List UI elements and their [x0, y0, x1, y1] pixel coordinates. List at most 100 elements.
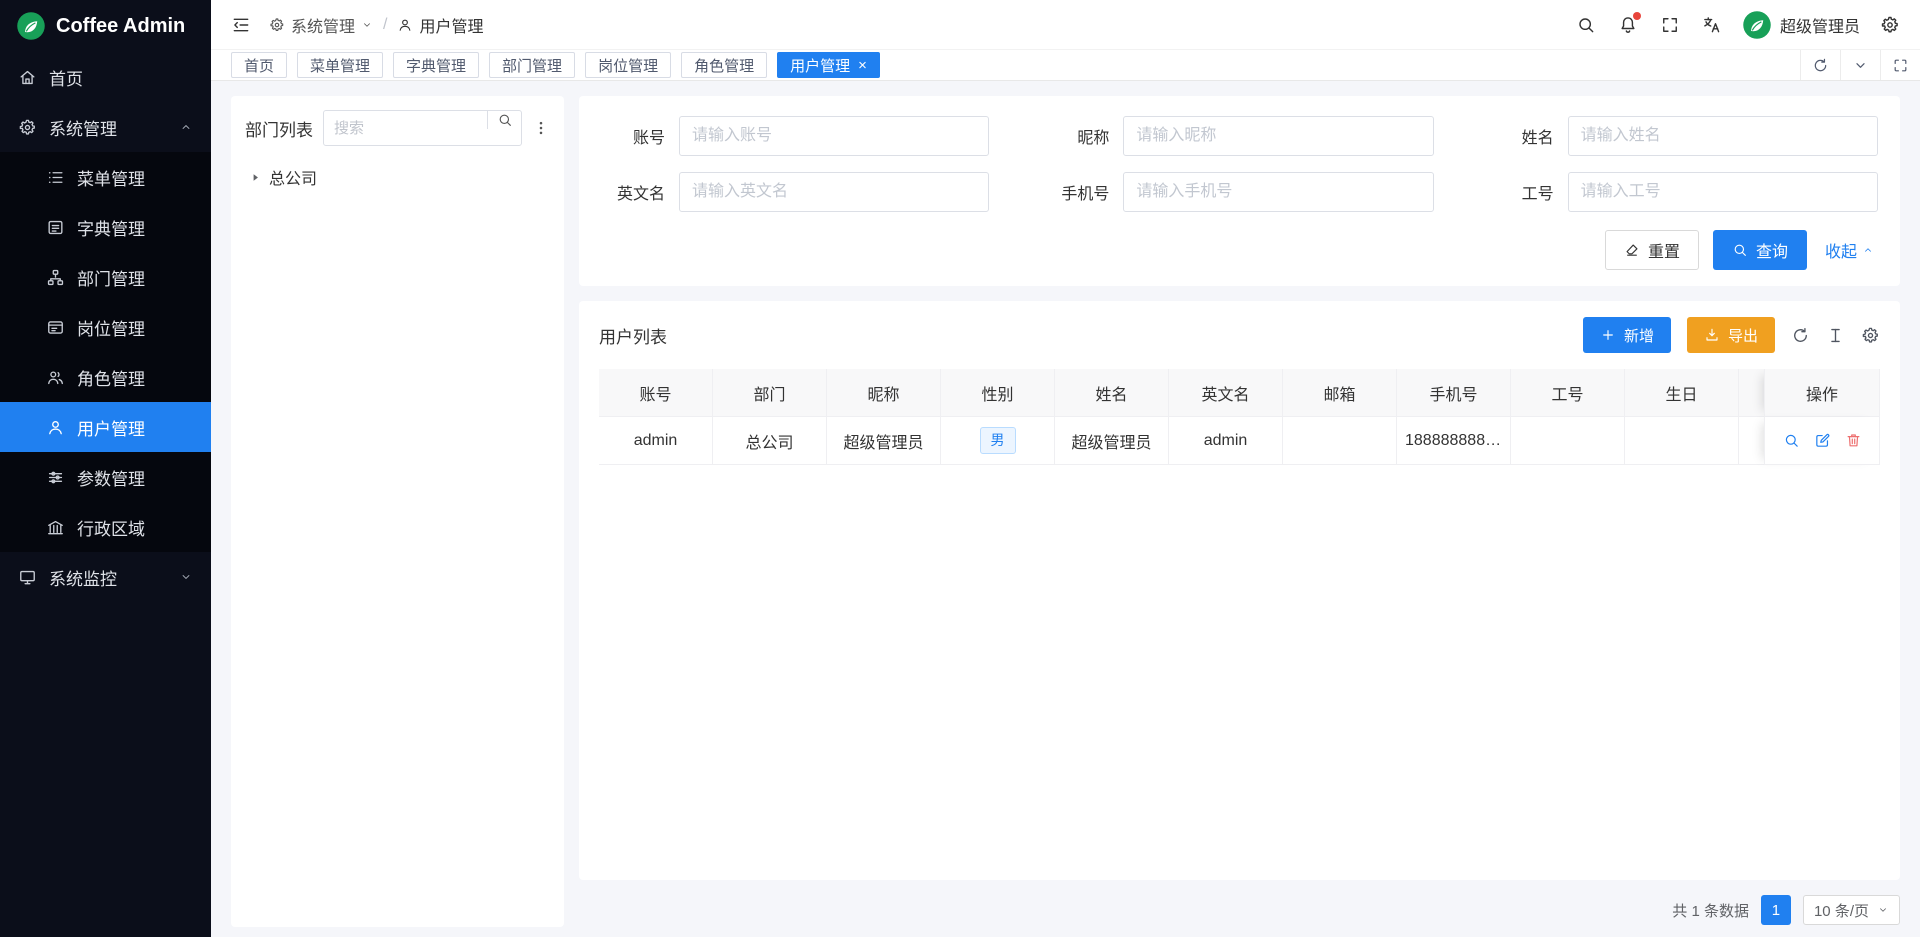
topbar-notifications-icon[interactable]	[1618, 15, 1638, 35]
tabbar: 首页 菜单管理 字典管理 部门管理岗位管理 角色管理 用户管理×	[211, 49, 1920, 81]
delete-icon[interactable]	[1845, 432, 1862, 449]
cell-birthday	[1625, 417, 1739, 465]
reset-button-label: 重置	[1648, 238, 1680, 262]
dept-more-icon[interactable]	[532, 119, 550, 137]
sidebar-item-region-management[interactable]: 行政区域	[0, 502, 211, 552]
table-refresh-icon[interactable]	[1791, 326, 1810, 345]
tab-home[interactable]: 首页	[231, 52, 287, 78]
tab-dept-management[interactable]: 部门管理	[489, 52, 575, 78]
pagination-total: 共 1 条数据	[1672, 900, 1749, 921]
tab-dict-management[interactable]: 字典管理	[393, 52, 479, 78]
tree-expand-icon	[249, 171, 262, 184]
reset-button[interactable]: 重置	[1605, 230, 1699, 270]
sidebar-item-label: 系统管理	[49, 115, 117, 140]
settings-gear-icon[interactable]	[1880, 15, 1900, 35]
clear-icon	[1624, 242, 1640, 258]
tabbar-tab-options-icon[interactable]	[1840, 50, 1880, 80]
filter-input-account[interactable]	[679, 116, 989, 156]
topbar-search-icon[interactable]	[1576, 15, 1596, 35]
table-density-icon[interactable]	[1826, 326, 1845, 345]
tab-label: 菜单管理	[310, 55, 370, 76]
tab-role-management[interactable]: 角色管理	[681, 52, 767, 78]
sidebar-item-role-management[interactable]: 角色管理	[0, 352, 211, 402]
tab-post-management[interactable]: 岗位管理	[585, 52, 671, 78]
sidebar-item-user-management[interactable]: 用户管理	[0, 402, 211, 452]
topbar-fullscreen-icon[interactable]	[1660, 15, 1680, 35]
app-logo: Coffee Admin	[0, 0, 211, 52]
chevron-down-icon	[179, 570, 193, 584]
sidebar-item-label: 部门管理	[77, 265, 145, 290]
dept-panel: 部门列表 总公司	[231, 96, 564, 927]
tab-menu-management[interactable]: 菜单管理	[297, 52, 383, 78]
filter-input-english-name[interactable]	[679, 172, 989, 212]
dept-search-input[interactable]	[324, 111, 487, 145]
cell-account: admin	[599, 417, 713, 465]
page-size-select[interactable]: 10 条/页	[1803, 895, 1900, 925]
filter-label-english-name: 英文名	[601, 180, 665, 204]
sidebar-item-dept-management[interactable]: 部门管理	[0, 252, 211, 302]
pagination: 共 1 条数据 1 10 条/页	[579, 895, 1900, 927]
breadcrumb-user-management: 用户管理	[397, 13, 483, 37]
page-size-value: 10 条/页	[1814, 900, 1869, 921]
user-table: 账号部门昵称性别姓名英文名邮箱手机号工号生日操作 admin总公司超级管理员男超…	[599, 369, 1880, 465]
filter-field-account: 账号	[601, 116, 989, 156]
sidebar-item-dict-management[interactable]: 字典管理	[0, 202, 211, 252]
tree-item-head-office[interactable]: 总公司	[249, 160, 546, 194]
view-icon[interactable]	[1783, 432, 1800, 449]
cell-gender: 男	[941, 417, 1055, 465]
pagination-page-1[interactable]: 1	[1761, 895, 1791, 925]
sidebar-item-label: 岗位管理	[77, 315, 145, 340]
dept-search-icon[interactable]	[487, 111, 521, 129]
column-name: 姓名	[1055, 369, 1169, 417]
sidebar-item-param-management[interactable]: 参数管理	[0, 452, 211, 502]
user-chip[interactable]: 超级管理员	[1742, 10, 1860, 40]
edit-icon[interactable]	[1814, 432, 1831, 449]
export-button[interactable]: 导出	[1687, 317, 1775, 353]
filter-input-job-number[interactable]	[1568, 172, 1878, 212]
search-button[interactable]: 查询	[1713, 230, 1807, 270]
sidebar-item-label: 参数管理	[77, 465, 145, 490]
table-column-settings-icon[interactable]	[1861, 326, 1880, 345]
sidebar-item-system-monitor[interactable]: 系统监控	[0, 552, 211, 602]
topbar-translate-icon[interactable]	[1702, 15, 1722, 35]
dept-icon	[46, 268, 65, 287]
column-email: 邮箱	[1283, 369, 1397, 417]
sidebar-item-post-management[interactable]: 岗位管理	[0, 302, 211, 352]
sidebar-item-label: 字典管理	[77, 215, 145, 240]
tab-label: 角色管理	[694, 55, 754, 76]
topbar-right: 超级管理员	[1576, 10, 1900, 40]
tab-label: 字典管理	[406, 55, 466, 76]
sidebar-item-label: 角色管理	[77, 365, 145, 390]
tree-item-label: 总公司	[269, 165, 317, 189]
user-avatar[interactable]	[1742, 10, 1772, 40]
dept-search	[323, 110, 522, 146]
add-button[interactable]: 新增	[1583, 317, 1671, 353]
sidebar-item-home[interactable]: 首页	[0, 52, 211, 102]
tab-close-icon[interactable]: ×	[858, 58, 867, 73]
cell-phone: 18888888888	[1397, 417, 1511, 465]
collapse-button-label: 收起	[1825, 238, 1857, 262]
table-row: admin总公司超级管理员男超级管理员admin18888888888	[599, 417, 1880, 465]
filter-input-name[interactable]	[1568, 116, 1878, 156]
tabbar-refresh-icon[interactable]	[1800, 50, 1840, 80]
export-button-label: 导出	[1728, 325, 1758, 346]
dept-panel-header: 部门列表	[245, 110, 550, 146]
tabbar-maximize-icon[interactable]	[1880, 50, 1920, 80]
column-birthday: 生日	[1625, 369, 1739, 417]
sidebar-item-system-management[interactable]: 系统管理	[0, 102, 211, 152]
filter-label-phone: 手机号	[1045, 180, 1109, 204]
filter-input-phone[interactable]	[1123, 172, 1433, 212]
home-icon	[18, 68, 37, 87]
cell-name: 超级管理员	[1055, 417, 1169, 465]
filter-input-nickname[interactable]	[1123, 116, 1433, 156]
sidebar-item-menu-management[interactable]: 菜单管理	[0, 152, 211, 202]
table-scroll-area[interactable]: 账号部门昵称性别姓名英文名邮箱手机号工号生日操作 admin总公司超级管理员男超…	[599, 369, 1880, 864]
collapse-button[interactable]: 收起	[1821, 230, 1878, 270]
breadcrumb-system-management[interactable]: 系统管理	[269, 13, 373, 37]
sidebar-collapse-icon[interactable]	[231, 15, 251, 35]
filter-field-nickname: 昵称	[1045, 116, 1433, 156]
tabbar-actions	[1800, 50, 1920, 80]
tab-user-management[interactable]: 用户管理×	[777, 52, 880, 78]
row-actions	[1773, 432, 1871, 449]
post-icon	[46, 318, 65, 337]
